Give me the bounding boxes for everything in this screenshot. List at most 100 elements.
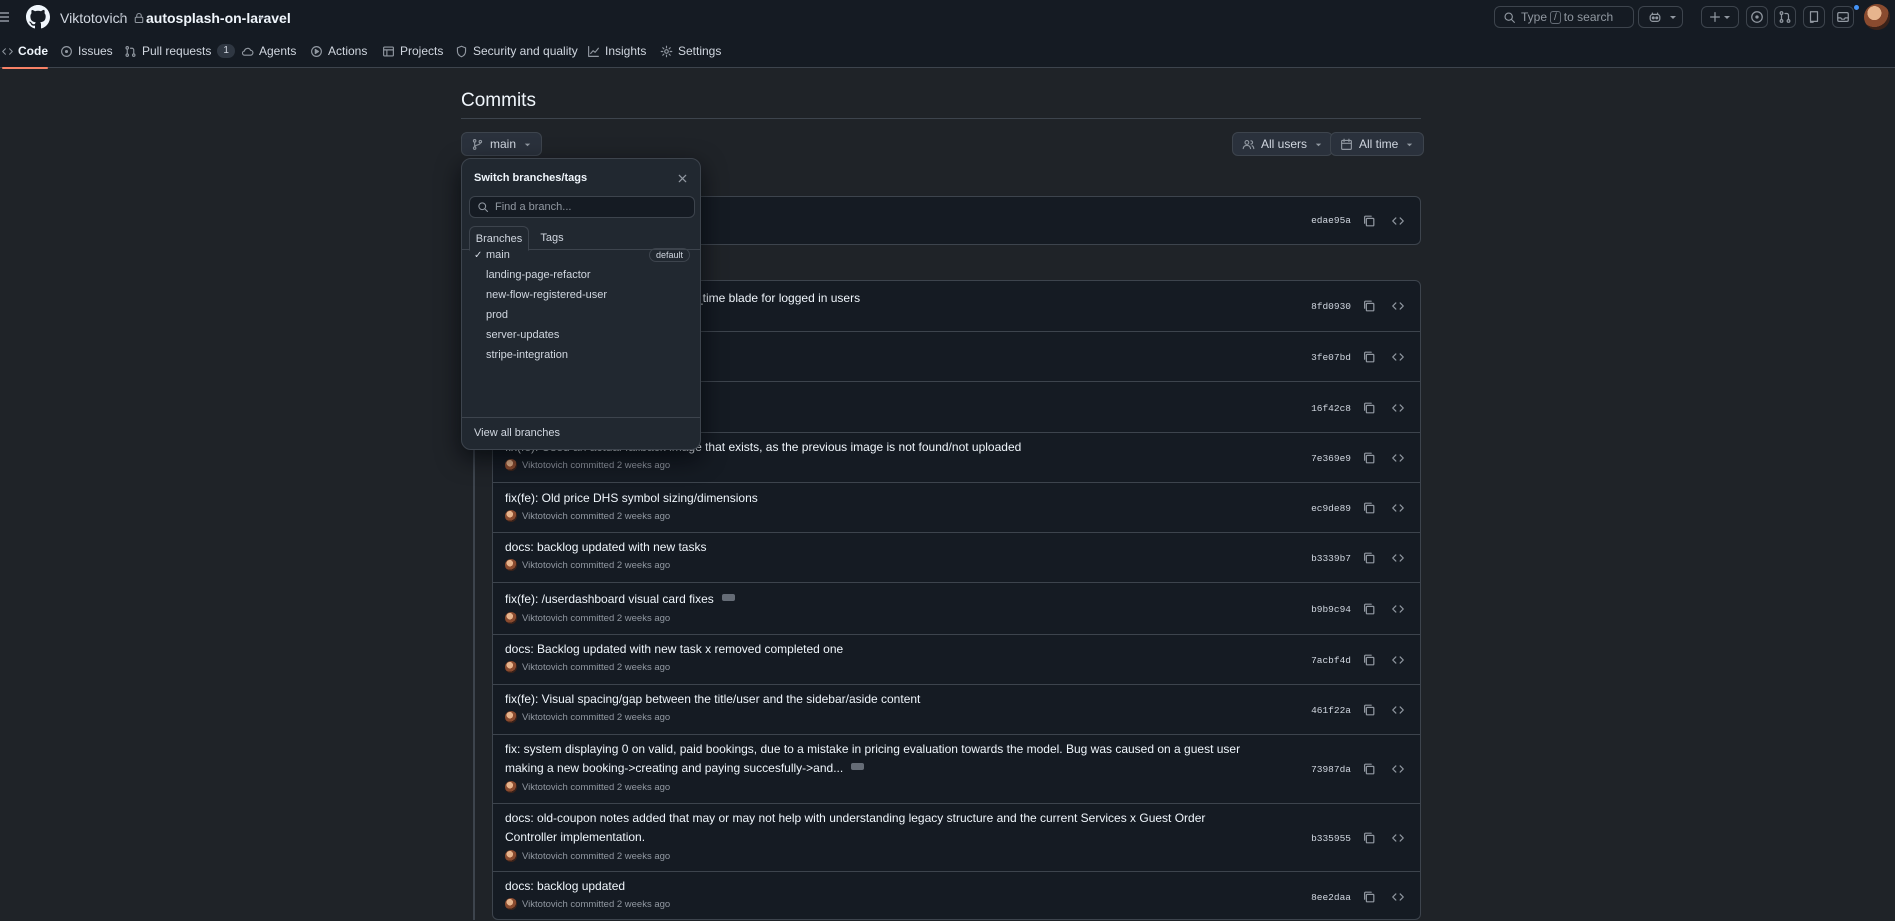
commit-message[interactable]: fix(fe): /userdashboard visual card fixe… (505, 590, 735, 609)
commit-sha-link[interactable]: 8fd0930 (1311, 301, 1351, 312)
copy-icon[interactable] (1362, 703, 1376, 717)
author-avatar[interactable] (505, 510, 517, 522)
commit-author[interactable]: Viktotovich (522, 560, 568, 571)
expand-message-button[interactable] (721, 594, 735, 602)
commit-message-text[interactable]: making a new booking->creating and payin… (505, 761, 843, 775)
tab-code[interactable]: Code (2, 34, 48, 69)
commit-author[interactable]: Viktotovich (522, 851, 568, 862)
commit-author[interactable]: Viktotovich (522, 662, 568, 673)
commit-sha-link[interactable]: 7acbf4d (1311, 655, 1351, 666)
copy-icon[interactable] (1362, 214, 1376, 228)
tab-actions[interactable]: Actions (310, 34, 367, 68)
view-all-branches-link[interactable]: View all branches (474, 427, 560, 439)
commit-message[interactable]: fix(fe): Old price DHS symbol sizing/dim… (505, 489, 758, 508)
commit-message[interactable]: docs: Backlog updated with new task x re… (505, 640, 843, 659)
commit-author[interactable]: Viktotovich (522, 712, 568, 723)
branch-item-prod[interactable]: prod (474, 305, 690, 325)
browse-code-icon[interactable] (1391, 831, 1405, 845)
inbox-button[interactable] (1832, 6, 1854, 28)
browse-code-icon[interactable] (1391, 762, 1405, 776)
author-avatar[interactable] (505, 612, 517, 624)
branch-item-new-flow-registered-user[interactable]: new-flow-registered-user (474, 285, 690, 305)
repo-name-link[interactable]: autosplash-on-laravel (146, 10, 291, 26)
commit-row[interactable]: fix: system displaying 0 on valid, paid … (493, 734, 1420, 803)
author-avatar[interactable] (505, 711, 517, 723)
copy-icon[interactable] (1362, 890, 1376, 904)
browse-code-icon[interactable] (1391, 501, 1405, 515)
commit-message-line-1[interactable]: docs: old-coupon notes added that may or… (505, 809, 1205, 828)
commit-message-line-1[interactable]: fix: system displaying 0 on valid, paid … (505, 740, 1240, 759)
branch-search-input[interactable] (495, 201, 685, 213)
users-filter-button[interactable]: All users (1232, 132, 1334, 156)
hamburger-menu-icon[interactable] (0, 9, 12, 25)
commit-author[interactable]: Viktotovich (522, 899, 568, 910)
branch-item-main[interactable]: ✓ main default (474, 245, 690, 265)
create-new-button[interactable] (1701, 6, 1739, 28)
tab-projects[interactable]: Projects (382, 34, 443, 68)
copy-icon[interactable] (1362, 831, 1376, 845)
copy-icon[interactable] (1362, 602, 1376, 616)
tab-issues[interactable]: Issues (60, 34, 113, 68)
commit-sha-link[interactable]: 8ee2daa (1311, 892, 1351, 903)
commit-sha-link[interactable]: b9b9c94 (1311, 604, 1351, 615)
branch-item-landing-page-refactor[interactable]: landing-page-refactor (474, 265, 690, 285)
chevron-down-icon[interactable] (256, 13, 266, 23)
tab-settings[interactable]: Settings (660, 34, 721, 68)
copy-icon[interactable] (1362, 299, 1376, 313)
commit-row[interactable]: docs: backlog updated with new tasks Vik… (493, 532, 1420, 582)
commit-sha-link[interactable]: 7e369e9 (1311, 453, 1351, 464)
commit-message-text[interactable]: fix(fe): /userdashboard visual card fixe… (505, 592, 714, 606)
browse-code-icon[interactable] (1391, 551, 1405, 565)
browse-code-icon[interactable] (1391, 602, 1405, 616)
expand-message-button[interactable] (851, 763, 865, 771)
branch-search-field[interactable] (469, 196, 695, 218)
branch-item-stripe-integration[interactable]: stripe-integration (474, 345, 690, 365)
user-avatar[interactable] (1864, 4, 1890, 30)
tab-security[interactable]: Security and quality (455, 34, 578, 68)
commit-row[interactable]: fix(fe): Visual spacing/gap between the … (493, 684, 1420, 734)
commit-author[interactable]: Viktotovich (522, 613, 568, 624)
commit-sha-link[interactable]: b3339b7 (1311, 553, 1351, 564)
issues-button[interactable] (1746, 6, 1768, 28)
copy-icon[interactable] (1362, 762, 1376, 776)
author-avatar[interactable] (505, 898, 517, 910)
tab-agents[interactable]: Agents (241, 34, 296, 68)
close-icon[interactable] (677, 173, 688, 184)
repo-owner-link[interactable]: Viktotovich (60, 10, 127, 26)
author-avatar[interactable] (505, 459, 517, 471)
author-avatar[interactable] (505, 850, 517, 862)
browse-code-icon[interactable] (1391, 451, 1405, 465)
browse-code-icon[interactable] (1391, 653, 1405, 667)
commit-message[interactable]: fix(fe): Visual spacing/gap between the … (505, 690, 920, 709)
commit-sha-link[interactable]: 3fe07bd (1311, 352, 1351, 363)
commit-message-line-2[interactable]: Controller implementation. (505, 828, 645, 847)
commit-row[interactable]: docs: old-coupon notes added that may or… (493, 803, 1420, 871)
commit-sha-link[interactable]: b335955 (1311, 833, 1351, 844)
commit-message[interactable]: _time blade for logged in users (696, 289, 860, 308)
copy-icon[interactable] (1362, 501, 1376, 515)
copy-icon[interactable] (1362, 451, 1376, 465)
browse-code-icon[interactable] (1391, 703, 1405, 717)
tab-pull-requests[interactable]: Pull requests 1 (124, 34, 235, 68)
browse-code-icon[interactable] (1391, 350, 1405, 364)
copy-icon[interactable] (1362, 551, 1376, 565)
copilot-menu-button[interactable] (1663, 6, 1683, 28)
copy-icon[interactable] (1362, 350, 1376, 364)
commit-author[interactable]: Viktotovich (522, 460, 568, 471)
repositories-button[interactable] (1803, 6, 1825, 28)
time-filter-button[interactable]: All time (1330, 132, 1425, 156)
author-avatar[interactable] (505, 559, 517, 571)
browse-code-icon[interactable] (1391, 401, 1405, 415)
commit-author[interactable]: Viktotovich (522, 782, 568, 793)
commit-sha-link[interactable]: 73987da (1311, 764, 1351, 775)
browse-code-icon[interactable] (1391, 214, 1405, 228)
browse-code-icon[interactable] (1391, 299, 1405, 313)
copy-icon[interactable] (1362, 401, 1376, 415)
browse-code-icon[interactable] (1391, 890, 1405, 904)
commit-message[interactable]: docs: backlog updated with new tasks (505, 538, 706, 557)
commit-row[interactable]: docs: backlog updated Viktotovich commit… (493, 871, 1420, 921)
author-avatar[interactable] (505, 661, 517, 673)
commit-sha-link[interactable]: edae95a (1311, 215, 1351, 226)
commit-sha-link[interactable]: ec9de89 (1311, 503, 1351, 514)
commit-message-line-2[interactable]: making a new booking->creating and payin… (505, 759, 865, 778)
